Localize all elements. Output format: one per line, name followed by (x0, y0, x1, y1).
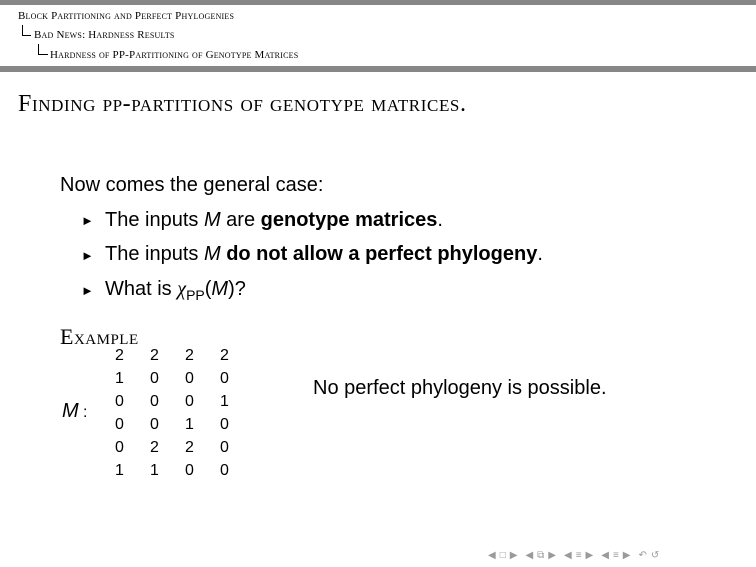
frame-title: Finding pp-partitions of genotype matric… (18, 91, 467, 117)
matrix-row: 0 0 0 1 (102, 390, 242, 413)
matrix-colon: : (83, 404, 88, 421)
math-chi: χ (177, 278, 187, 300)
matrix-cell: 0 (115, 393, 124, 410)
matrix-row: 0 0 1 0 (102, 413, 242, 436)
matrix-label: M (62, 400, 79, 422)
matrix-cell: 0 (185, 370, 194, 387)
navigation-bar: ◀ □ ▶ ◀ ⧉ ▶ ◀ ≡ ▶ ◀ ≡ ▶ ↶ ↺ (488, 548, 752, 562)
next-section-icon[interactable]: ▶ (586, 550, 594, 561)
prev-section-icon[interactable]: ◀ (601, 550, 609, 561)
bullet-text: )? (228, 278, 246, 300)
matrix-cell: 2 (220, 347, 229, 364)
breadcrumb-subsection[interactable]: Bad News: Hardness Results (34, 29, 175, 41)
matrix-cell: 2 (150, 439, 159, 456)
matrix-cell: 0 (220, 370, 229, 387)
bullet-marker: ► (81, 248, 94, 263)
subsection-icon[interactable]: ⧉ (537, 550, 544, 561)
genotype-matrix: 2 2 2 2 1 0 0 0 0 0 0 1 0 0 1 0 0 2 2 0 … (102, 344, 242, 482)
tree-connector (22, 25, 31, 36)
bullet-marker: ► (81, 283, 94, 298)
search-icon[interactable]: ↺ (651, 550, 659, 561)
bullet-text: The inputs (105, 243, 204, 265)
prev-section-icon[interactable]: ◀ (564, 550, 572, 561)
matrix-cell: 0 (150, 393, 159, 410)
next-subsection-icon[interactable]: ▶ (548, 550, 556, 561)
matrix-cell: 1 (150, 462, 159, 479)
intro-text: Now comes the general case: (60, 174, 324, 196)
math-variable: M (203, 209, 221, 231)
matrix-cell: 0 (220, 462, 229, 479)
matrix-cell: 1 (220, 393, 229, 410)
bullet-text: are (220, 209, 261, 231)
bullet-item: What is χPP(M)? (105, 278, 246, 303)
matrix-row: 1 0 0 0 (102, 367, 242, 390)
bullet-text: . (537, 243, 543, 265)
matrix-row: 1 1 0 0 (102, 459, 242, 482)
matrix-cell: 0 (220, 416, 229, 433)
prev-subsection-icon[interactable]: ◀ (525, 550, 533, 561)
header-bar-bottom (0, 66, 756, 72)
bullet-text: The inputs (105, 209, 204, 231)
matrix-cell: 0 (115, 439, 124, 456)
matrix-cell: 0 (220, 439, 229, 456)
matrix-row: 2 2 2 2 (102, 344, 242, 367)
matrix-cell: 2 (115, 347, 124, 364)
matrix-cell: 0 (150, 416, 159, 433)
frame-icon[interactable]: □ (500, 550, 506, 561)
bullet-text: . (437, 209, 443, 231)
section-icon[interactable]: ≡ (576, 550, 582, 561)
matrix-cell: 0 (150, 370, 159, 387)
matrix-cell: 2 (185, 347, 194, 364)
bullet-marker: ► (81, 213, 94, 228)
next-section-icon[interactable]: ▶ (623, 550, 631, 561)
matrix-cell: 0 (115, 416, 124, 433)
breadcrumb-subsubsection[interactable]: Hardness of PP-Partitioning of Genotype … (50, 49, 298, 61)
matrix-cell: 2 (150, 347, 159, 364)
bullet-text: What is (105, 278, 178, 300)
tree-connector (38, 44, 48, 55)
math-variable: M (211, 278, 229, 300)
matrix-cell: 1 (115, 370, 124, 387)
bullet-bold-text: do not allow a perfect phylogeny (226, 243, 538, 265)
back-icon[interactable]: ↶ (639, 550, 647, 561)
bullet-item: The inputs M do not allow a perfect phyl… (105, 243, 543, 266)
matrix-cell: 0 (185, 462, 194, 479)
section-icon[interactable]: ≡ (613, 550, 619, 561)
next-frame-icon[interactable]: ▶ (510, 550, 518, 561)
matrix-cell: 1 (185, 416, 194, 433)
matrix-row: 0 2 2 0 (102, 436, 242, 459)
math-variable: M (203, 243, 221, 265)
matrix-cell: 2 (185, 439, 194, 456)
header-bar-top (0, 0, 756, 5)
matrix-cell: 1 (115, 462, 124, 479)
breadcrumb-section[interactable]: Block Partitioning and Perfect Phylogeni… (18, 10, 234, 22)
example-note: No perfect phylogeny is possible. (313, 377, 607, 399)
bullet-bold-text: genotype matrices (260, 209, 438, 231)
math-subscript: PP (186, 287, 205, 303)
bullet-item: The inputs M are genotype matrices. (105, 209, 443, 232)
prev-frame-icon[interactable]: ◀ (488, 550, 496, 561)
matrix-cell: 0 (185, 393, 194, 410)
